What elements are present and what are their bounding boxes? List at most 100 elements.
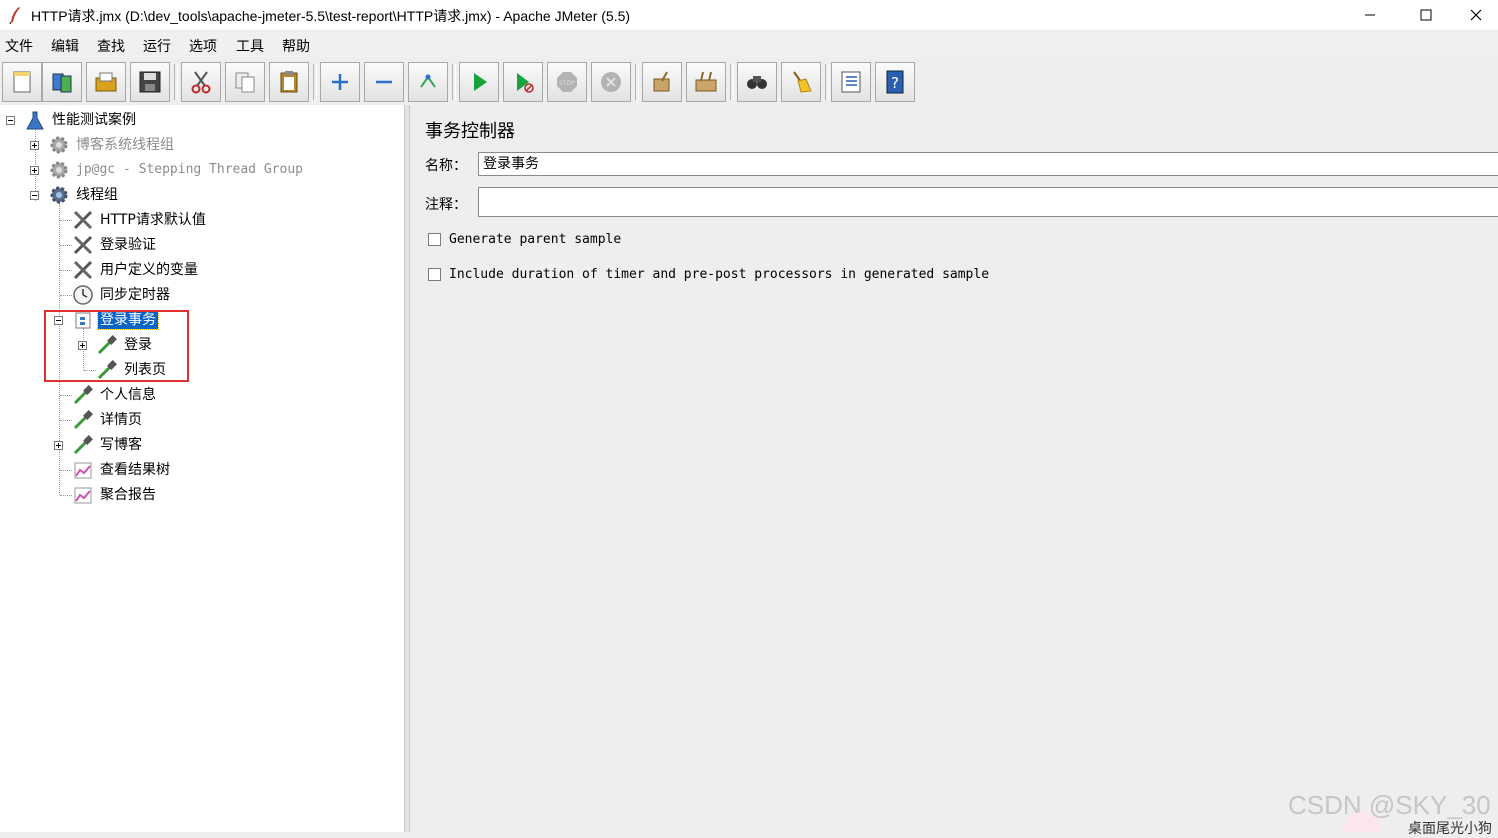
new-button[interactable] — [2, 62, 42, 102]
csdn-watermark: CSDN @SKY_30 — [1288, 790, 1491, 820]
comment-field[interactable] — [478, 187, 1498, 217]
plus-icon — [332, 74, 348, 90]
minimize-button[interactable] — [1342, 0, 1398, 30]
comment-label: 注释： — [425, 197, 467, 213]
collapse-toggle[interactable] — [30, 191, 39, 200]
menu-run[interactable]: 运行 — [143, 36, 171, 56]
start-button[interactable] — [459, 62, 499, 102]
open-icon — [95, 72, 117, 92]
tree-node-write-blog-sampler[interactable]: 写博客 — [72, 434, 144, 456]
collapse-toggle[interactable] — [6, 116, 15, 125]
close-button[interactable] — [1454, 0, 1498, 30]
panel-title: 事务控制器 — [425, 121, 515, 142]
tree-node-label: 详情页 — [100, 412, 142, 428]
tree-node-label: 聚合报告 — [100, 487, 156, 503]
menu-tools[interactable]: 工具 — [236, 36, 264, 56]
tree-line — [60, 295, 72, 296]
toggle-button[interactable] — [408, 62, 448, 102]
generate-parent-sample-checkbox[interactable] — [428, 233, 441, 246]
minimize-icon — [1365, 14, 1375, 16]
tree-node-label: 登录验证 — [100, 237, 156, 253]
clear-button[interactable] — [642, 62, 682, 102]
copy-button[interactable] — [225, 62, 265, 102]
help-button[interactable]: ? — [875, 62, 915, 102]
tree-node-personal-info-sampler[interactable]: 个人信息 — [72, 384, 158, 406]
minus-icon — [376, 80, 392, 84]
templates-icon — [52, 73, 72, 93]
start-no-pauses-button[interactable] — [503, 62, 543, 102]
tree-node-user-variables[interactable]: 用户定义的变量 — [72, 259, 200, 281]
toolbar-separator — [313, 64, 317, 100]
tree-node-login-verify[interactable]: 登录验证 — [72, 234, 158, 256]
clear-icon — [653, 71, 670, 92]
tree-line — [60, 270, 72, 271]
list-icon — [841, 71, 861, 93]
tree-line — [60, 495, 72, 496]
wrench-icon — [72, 259, 94, 281]
tree-line — [60, 420, 72, 421]
menu-help[interactable]: 帮助 — [282, 36, 310, 56]
timer-icon — [72, 284, 94, 306]
tree-node-label: 查看结果树 — [100, 462, 170, 478]
shutdown-icon — [601, 72, 621, 92]
tree-node-sync-timer[interactable]: 同步定时器 — [72, 284, 172, 306]
search-button[interactable] — [737, 62, 777, 102]
jmeter-feather-icon — [9, 7, 20, 24]
pet-widget-label: 桌面尾光小狗 — [1408, 821, 1492, 837]
function-helper-button[interactable] — [831, 62, 871, 102]
tree-node-label: 写博客 — [100, 437, 142, 453]
tree-node-label: 个人信息 — [100, 387, 156, 403]
tree-node-label: HTTP请求默认值 — [100, 212, 206, 228]
toolbar-separator — [730, 64, 734, 100]
start-icon — [474, 73, 487, 91]
tree-node-http-defaults[interactable]: HTTP请求默认值 — [72, 209, 208, 231]
tree-node-detail-page-sampler[interactable]: 详情页 — [72, 409, 144, 431]
checkbox-label: Generate parent sample — [449, 232, 622, 247]
window-title: HTTP请求.jmx (D:\dev_tools\apache-jmeter-5… — [31, 8, 631, 24]
toolbar-separator — [174, 64, 178, 100]
tree-node-label: jp@gc - Stepping Thread Group — [76, 162, 303, 177]
tree-node-thread-group-2[interactable]: jp@gc - Stepping Thread Group — [48, 159, 305, 181]
expand-toggle[interactable] — [30, 141, 39, 150]
collapse-all-button[interactable] — [364, 62, 404, 102]
clear-all-button[interactable] — [686, 62, 726, 102]
tree-node-label: 性能测试案例 — [52, 112, 136, 128]
name-field[interactable]: 登录事务 — [478, 152, 1498, 176]
checkbox-label: Include duration of timer and pre-post p… — [449, 267, 990, 282]
title-bar: HTTP请求.jmx (D:\dev_tools\apache-jmeter-5… — [0, 0, 1498, 30]
tree-node-thread-group-3[interactable]: 线程组 — [48, 184, 120, 206]
chart-listener-icon — [72, 459, 94, 481]
test-plan-tree: 性能测试案例 博客系统线程组 jp@gc - Stepping Thread G… — [0, 105, 404, 832]
shutdown-button[interactable] — [591, 62, 631, 102]
menu-search[interactable]: 查找 — [97, 36, 125, 56]
include-timers-checkbox[interactable] — [428, 268, 441, 281]
name-label: 名称： — [425, 158, 467, 174]
generate-parent-sample-option[interactable]: Generate parent sample — [428, 232, 621, 247]
menu-bar: 文件 编辑 查找 运行 选项 工具 帮助 — [0, 32, 1498, 58]
open-button[interactable] — [86, 62, 126, 102]
cut-button[interactable] — [181, 62, 221, 102]
cut-icon — [191, 71, 211, 94]
templates-button[interactable] — [42, 62, 82, 102]
menu-file[interactable]: 文件 — [5, 36, 33, 56]
expand-toggle[interactable] — [30, 166, 39, 175]
save-button[interactable] — [130, 62, 170, 102]
include-timers-option[interactable]: Include duration of timer and pre-post p… — [428, 267, 989, 282]
expand-all-button[interactable] — [320, 62, 360, 102]
menu-edit[interactable]: 编辑 — [51, 36, 79, 56]
menu-options[interactable]: 选项 — [189, 36, 217, 56]
paste-button[interactable] — [269, 62, 309, 102]
wrench-icon — [72, 234, 94, 256]
tree-node-thread-group-1[interactable]: 博客系统线程组 — [48, 134, 176, 156]
tree-node-test-plan[interactable]: 性能测试案例 — [24, 109, 138, 131]
maximize-button[interactable] — [1398, 0, 1454, 30]
tree-node-aggregate-report[interactable]: 聚合报告 — [72, 484, 158, 506]
dropper-icon — [72, 409, 94, 431]
stop-button[interactable]: STOP — [547, 62, 587, 102]
reset-search-button[interactable] — [781, 62, 821, 102]
dropper-icon — [72, 434, 94, 456]
wrench-icon — [72, 209, 94, 231]
tree-node-results-tree[interactable]: 查看结果树 — [72, 459, 172, 481]
tree-node-label: 线程组 — [76, 187, 118, 203]
expand-toggle[interactable] — [54, 441, 63, 450]
